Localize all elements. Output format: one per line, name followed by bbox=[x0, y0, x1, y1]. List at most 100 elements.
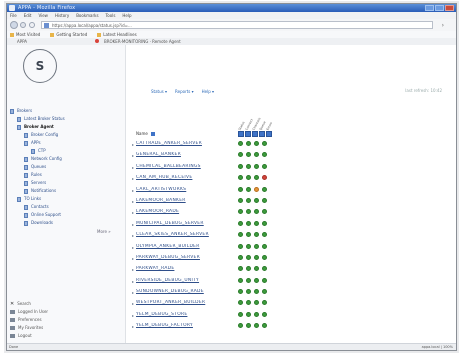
minimize-button[interactable] bbox=[425, 5, 434, 11]
status-ok-icon[interactable] bbox=[262, 220, 267, 226]
nav-tree-item[interactable]: Rules bbox=[10, 171, 122, 179]
refresh-info[interactable]: last refresh: 10:42 bbox=[405, 88, 442, 93]
forward-button[interactable] bbox=[20, 22, 26, 28]
toolbar-menu-item[interactable]: Reports ▾ bbox=[175, 89, 194, 94]
status-ok-icon[interactable] bbox=[254, 197, 259, 203]
nav-tree-item[interactable]: Online Support bbox=[10, 211, 122, 219]
column-header-box[interactable] bbox=[252, 131, 258, 137]
broker-name-link[interactable]: YELM_DEBUG_FACTORY bbox=[136, 323, 234, 328]
status-ok-icon[interactable] bbox=[262, 209, 267, 215]
expand-arrow-icon[interactable]: ▸ bbox=[132, 279, 134, 284]
broker-name-link[interactable]: RIVERSIDE_DEBUG_UNITY bbox=[136, 278, 234, 283]
nav-tree-item[interactable]: TO Links bbox=[10, 195, 122, 203]
status-ok-icon[interactable] bbox=[246, 311, 251, 317]
status-ok-icon[interactable] bbox=[246, 254, 251, 260]
status-ok-icon[interactable] bbox=[246, 141, 251, 146]
status-ok-icon[interactable] bbox=[246, 220, 251, 226]
expand-arrow-icon[interactable]: ▸ bbox=[132, 301, 134, 306]
broker-name-link[interactable]: PARKWAY_DEBUG_SERVER bbox=[136, 255, 234, 260]
broker-name-link[interactable]: CAN_AM_HUB_RECEIVE bbox=[136, 175, 234, 180]
status-ok-icon[interactable] bbox=[254, 277, 259, 283]
status-ok-icon[interactable] bbox=[238, 323, 243, 329]
address-bar[interactable]: https://appa.local/appa/status.jsp?id=..… bbox=[41, 21, 444, 29]
expand-arrow-icon[interactable]: ▸ bbox=[132, 222, 134, 227]
nav-tree-item[interactable]: Contacts bbox=[10, 203, 122, 211]
menu-file[interactable]: File bbox=[10, 13, 17, 18]
broker-name-link[interactable]: GENERAL_BANKER bbox=[136, 152, 234, 157]
status-ok-icon[interactable] bbox=[254, 311, 259, 317]
nav-tree-item[interactable]: Broker Config bbox=[10, 131, 122, 139]
sidebar-bottom-item[interactable]: Preferences bbox=[10, 316, 122, 324]
menu-tools[interactable]: Tools bbox=[106, 13, 116, 18]
status-ok-icon[interactable] bbox=[262, 311, 267, 317]
status-ok-icon[interactable] bbox=[262, 300, 267, 306]
status-ok-icon[interactable] bbox=[254, 243, 259, 249]
status-ok-icon[interactable] bbox=[238, 300, 243, 306]
menu-edit[interactable]: Edit bbox=[24, 13, 32, 18]
nav-tree-item[interactable]: Queues bbox=[10, 163, 122, 171]
broker-name-link[interactable]: PARKWAY_RADE bbox=[136, 266, 234, 271]
nav-tree-item[interactable]: APPs bbox=[10, 139, 122, 147]
maximize-button[interactable] bbox=[435, 5, 444, 11]
expand-arrow-icon[interactable]: ▸ bbox=[132, 188, 134, 193]
status-ok-icon[interactable] bbox=[254, 152, 259, 158]
column-header-box[interactable] bbox=[259, 131, 265, 137]
nav-tree-item[interactable]: Brokers bbox=[10, 107, 122, 115]
status-ok-icon[interactable] bbox=[262, 277, 267, 283]
menu-bookmarks[interactable]: Bookmarks bbox=[76, 13, 98, 18]
status-ok-icon[interactable] bbox=[246, 197, 251, 203]
status-ok-icon[interactable] bbox=[238, 209, 243, 215]
expand-arrow-icon[interactable]: ▸ bbox=[132, 245, 134, 250]
status-ok-icon[interactable] bbox=[254, 266, 259, 272]
status-ok-icon[interactable] bbox=[246, 175, 251, 181]
status-ok-icon[interactable] bbox=[238, 277, 243, 283]
status-ok-icon[interactable] bbox=[238, 152, 243, 158]
status-ok-icon[interactable] bbox=[262, 152, 267, 158]
status-ok-icon[interactable] bbox=[254, 232, 259, 238]
status-ok-icon[interactable] bbox=[262, 186, 267, 192]
sidebar-bottom-item[interactable]: Logged In User bbox=[10, 308, 122, 316]
status-ok-icon[interactable] bbox=[246, 323, 251, 329]
expand-arrow-icon[interactable]: ▸ bbox=[132, 313, 134, 318]
sidebar-bottom-item[interactable]: ✕ Search bbox=[10, 300, 122, 308]
nav-tree-item[interactable]: CTP bbox=[10, 147, 122, 155]
expand-arrow-icon[interactable]: ▸ bbox=[132, 153, 134, 158]
status-ok-icon[interactable] bbox=[254, 254, 259, 260]
column-header-box[interactable] bbox=[238, 131, 244, 137]
column-header-box[interactable] bbox=[266, 131, 272, 137]
status-ok-icon[interactable] bbox=[262, 197, 267, 203]
status-ok-icon[interactable] bbox=[254, 141, 259, 146]
status-warning-icon[interactable] bbox=[254, 186, 259, 192]
broker-name-link[interactable]: LAKEMOOR_BANKER bbox=[136, 198, 234, 203]
sidebar-bottom-item[interactable]: Logout bbox=[10, 332, 122, 340]
nav-tree-item[interactable]: Latest Broker Status bbox=[10, 115, 122, 123]
status-ok-icon[interactable] bbox=[262, 141, 267, 146]
tree-more-link[interactable]: More » bbox=[97, 229, 111, 234]
status-ok-icon[interactable] bbox=[238, 243, 243, 249]
column-header-box[interactable] bbox=[245, 131, 251, 137]
status-ok-icon[interactable] bbox=[254, 220, 259, 226]
nav-tree-item[interactable]: Downloads bbox=[10, 219, 122, 227]
expand-arrow-icon[interactable]: ▸ bbox=[132, 267, 134, 272]
status-ok-icon[interactable] bbox=[246, 243, 251, 249]
close-button[interactable] bbox=[445, 5, 454, 11]
status-ok-icon[interactable] bbox=[262, 232, 267, 238]
status-ok-icon[interactable] bbox=[254, 300, 259, 306]
expand-arrow-icon[interactable]: ▸ bbox=[132, 176, 134, 181]
bookmark-item[interactable]: Getting Started bbox=[50, 32, 87, 37]
broker-name-link[interactable]: CATTRADE_ANKER_SERVER bbox=[136, 141, 234, 146]
sidebar-bottom-item[interactable]: My Favorites bbox=[10, 324, 122, 332]
status-ok-icon[interactable] bbox=[238, 197, 243, 203]
nav-tree-item[interactable]: Broker Agent bbox=[10, 123, 122, 131]
bookmark-item[interactable]: Most Visited bbox=[10, 32, 40, 37]
status-ok-icon[interactable] bbox=[254, 163, 259, 169]
name-column-header[interactable]: Name bbox=[136, 131, 155, 136]
status-ok-icon[interactable] bbox=[238, 311, 243, 317]
status-ok-icon[interactable] bbox=[262, 266, 267, 272]
status-ok-icon[interactable] bbox=[262, 289, 267, 295]
broker-name-link[interactable]: LAKEMOOR_RADE bbox=[136, 209, 234, 214]
status-ok-icon[interactable] bbox=[238, 289, 243, 295]
expand-arrow-icon[interactable]: ▸ bbox=[132, 324, 134, 329]
broker-name-link[interactable]: OLYMPIA_ANKER_BUILDER bbox=[136, 244, 234, 249]
status-ok-icon[interactable] bbox=[238, 254, 243, 260]
